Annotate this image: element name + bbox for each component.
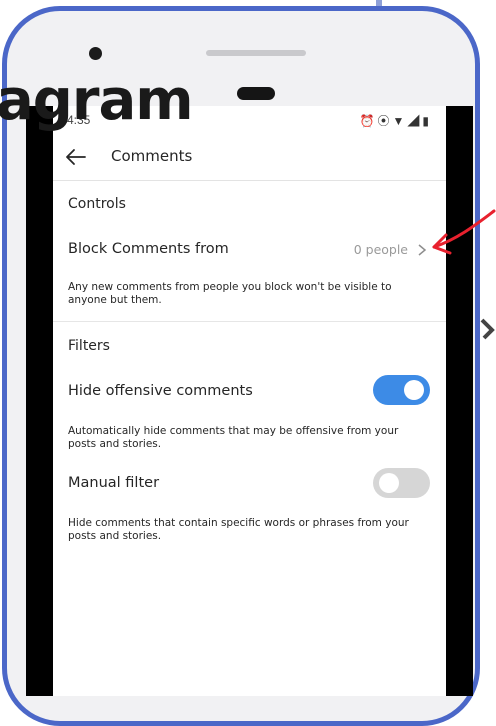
section-divider bbox=[53, 321, 446, 322]
signal-icon: ◢ bbox=[407, 114, 423, 128]
app-bar: Comments bbox=[53, 134, 446, 181]
overlay-title-fragment: agram bbox=[0, 68, 194, 133]
block-comments-description: Any new comments from people you block w… bbox=[68, 281, 392, 306]
section-header-filters: Filters bbox=[68, 338, 110, 354]
annotation-arrow-icon bbox=[432, 209, 496, 255]
manual-filter-description: Hide comments that contain specific word… bbox=[68, 517, 409, 542]
manual-filter-label: Manual filter bbox=[68, 475, 160, 491]
section-header-controls: Controls bbox=[68, 196, 126, 212]
manual-filter-toggle[interactable] bbox=[373, 468, 430, 498]
background-decoration bbox=[480, 318, 495, 340]
hide-offensive-label: Hide offensive comments bbox=[68, 383, 253, 399]
front-camera bbox=[89, 47, 102, 60]
status-icons: ⏰⦿▼◢▮ bbox=[360, 112, 432, 129]
hide-offensive-description: Automatically hide comments that may be … bbox=[68, 425, 399, 450]
chevron-right-icon bbox=[418, 244, 427, 256]
block-comments-label: Block Comments from bbox=[68, 241, 229, 257]
toggle-knob bbox=[379, 473, 399, 493]
proximity-sensor bbox=[237, 87, 275, 100]
phone-screen: 4:35 ⏰⦿▼◢▮ Comments Controls Block Comme… bbox=[53, 106, 446, 696]
battery-icon: ▮ bbox=[422, 114, 432, 128]
back-arrow-icon[interactable] bbox=[63, 144, 89, 170]
hide-offensive-toggle[interactable] bbox=[373, 375, 430, 405]
page-title: Comments bbox=[111, 147, 193, 165]
alarm-icon: ⏰ bbox=[359, 114, 378, 128]
wifi-icon: ▼ bbox=[392, 114, 408, 128]
blocked-count: 0 people bbox=[353, 242, 408, 257]
earpiece-speaker bbox=[206, 50, 306, 56]
vibrate-icon: ⦿ bbox=[377, 114, 393, 128]
block-comments-row[interactable]: Block Comments from 0 people bbox=[53, 231, 446, 267]
toggle-knob bbox=[404, 380, 424, 400]
